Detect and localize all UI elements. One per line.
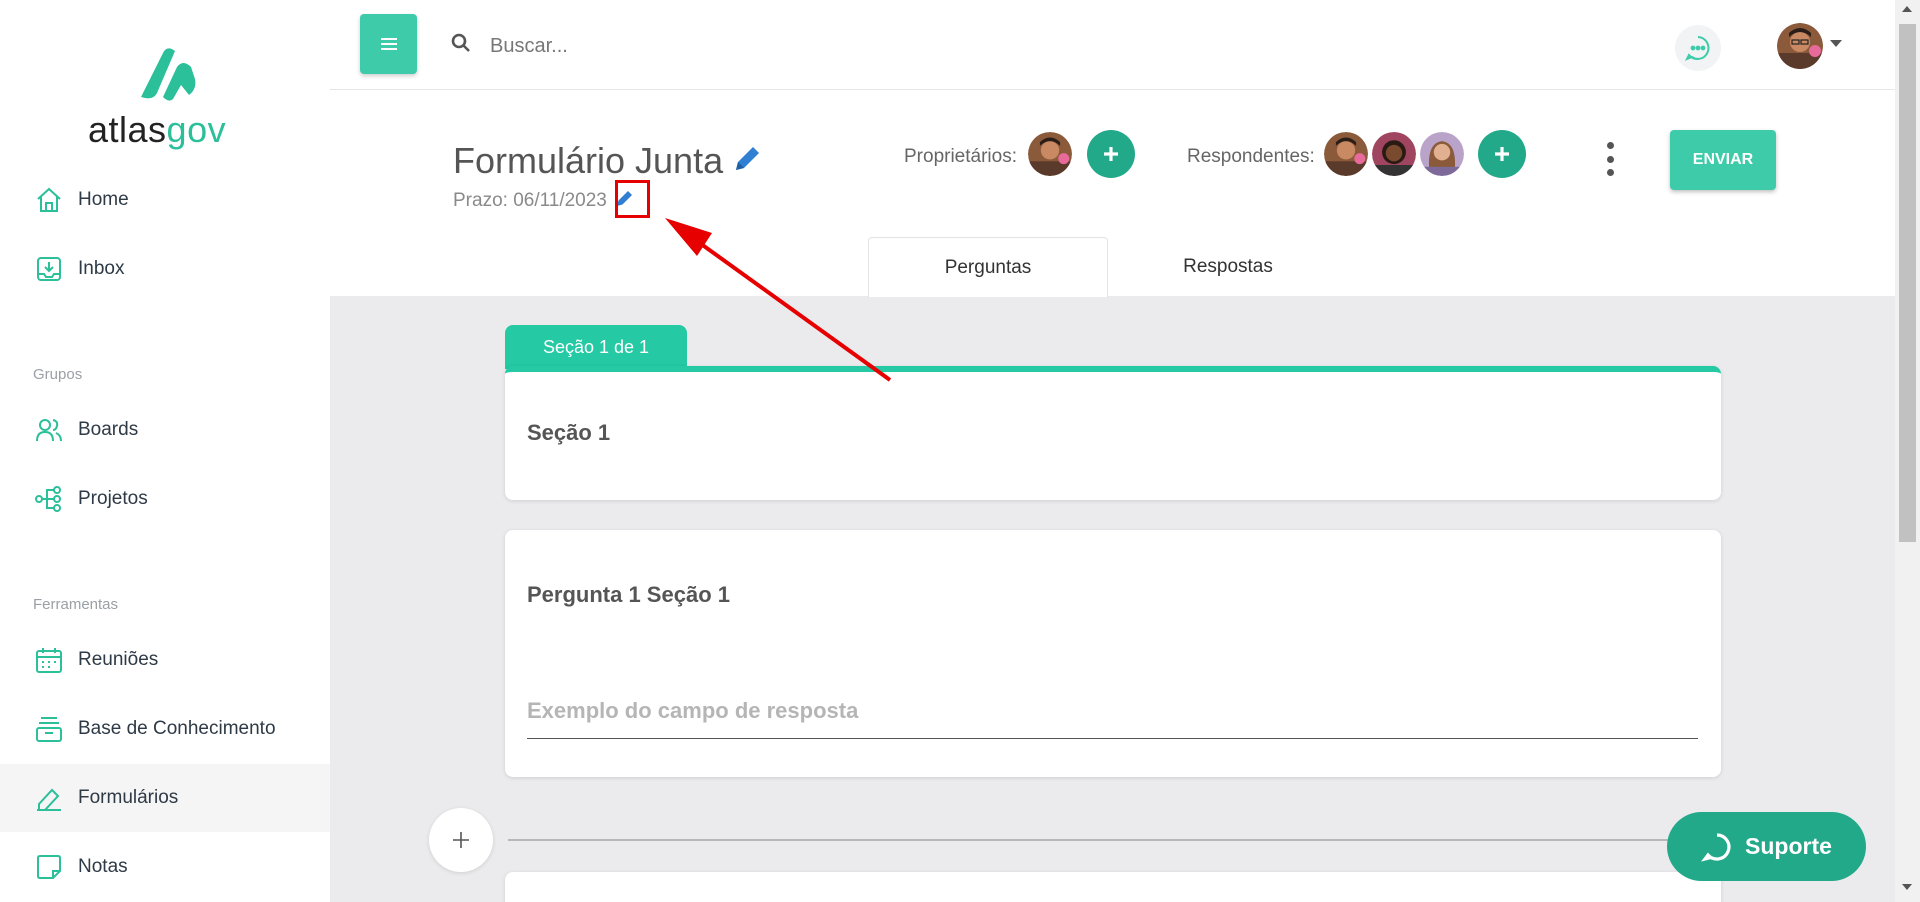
plus-icon <box>1104 147 1118 161</box>
sidebar-item-label: Boards <box>78 419 139 440</box>
chat-button[interactable] <box>1675 25 1721 71</box>
user-avatar[interactable] <box>1777 23 1823 69</box>
topbar <box>330 0 1895 90</box>
atlasgov-logo[interactable]: atlasgov <box>88 45 248 155</box>
respondent-avatar[interactable] <box>1370 130 1418 178</box>
owners-label: Proprietários: <box>904 146 1017 167</box>
answer-underline <box>527 738 1698 739</box>
answer-example-field: Exemplo do campo de resposta <box>527 698 859 723</box>
scroll-thumb[interactable] <box>1899 24 1916 542</box>
add-respondent-button[interactable] <box>1478 130 1526 178</box>
scroll-down-arrow-icon[interactable] <box>1902 884 1912 890</box>
form-pen-icon <box>34 783 64 813</box>
tab-respostas[interactable]: Respostas <box>1108 237 1348 297</box>
sidebar-item-label: Formulários <box>78 787 179 808</box>
sidebar-item-formularios[interactable]: Formulários <box>0 764 330 832</box>
respondents-label: Respondentes: <box>1187 146 1315 167</box>
section-card[interactable]: Seção 1 <box>505 366 1721 500</box>
project-tree-icon <box>34 484 64 514</box>
search-icon <box>451 33 470 52</box>
chat-bubble-icon <box>1701 832 1731 862</box>
sidebar-item-notas[interactable]: Notas <box>0 833 330 901</box>
sidebar-item-base-de-conhecimento[interactable]: Base de Conhecimento <box>0 695 330 763</box>
annotation-highlight-box <box>615 180 650 218</box>
page-scrollbar[interactable] <box>1895 0 1920 902</box>
add-owner-button[interactable] <box>1087 130 1135 178</box>
deadline-text: Prazo: 06/11/2023 <box>453 190 607 211</box>
logo-text: atlasgov <box>88 109 227 150</box>
inbox-icon <box>34 254 64 284</box>
home-icon <box>34 185 64 215</box>
section-divider <box>508 839 1688 841</box>
sidebar-item-reunioes[interactable]: Reuniões <box>0 626 330 694</box>
archive-box-icon <box>34 714 64 744</box>
chat-bubble-icon <box>1684 36 1710 61</box>
sidebar-item-projetos[interactable]: Projetos <box>0 465 330 533</box>
sidebar-item-label: Notas <box>78 856 128 877</box>
sidebar-item-label: Inbox <box>78 258 125 279</box>
sidebar-item-boards[interactable]: Boards <box>0 396 330 464</box>
plus-icon <box>1495 147 1509 161</box>
support-button[interactable]: Suporte <box>1667 812 1866 881</box>
title-edit-pencil-icon[interactable] <box>732 142 764 174</box>
note-icon <box>34 852 64 882</box>
sidebar-item-label: Base de Conhecimento <box>78 718 276 739</box>
add-question-button[interactable] <box>429 808 493 872</box>
form-header: Formulário Junta Prazo: 06/11/2023 Propr… <box>330 90 1895 297</box>
form-title: Formulário Junta <box>453 140 724 181</box>
respondent-avatar[interactable] <box>1322 130 1370 178</box>
section-indicator-tab[interactable]: Seção 1 de 1 <box>505 325 687 369</box>
section-title: Seção 1 <box>527 420 611 445</box>
sidebar-item-label: Home <box>78 189 129 210</box>
users-icon <box>34 415 64 445</box>
sidebar-item-inbox[interactable]: Inbox <box>0 235 330 303</box>
search-input[interactable] <box>490 28 1190 64</box>
atlasgov-logo-mark <box>141 48 196 101</box>
group-label-ferramentas: Ferramentas <box>33 596 119 613</box>
question-card[interactable]: Pergunta 1 Seção 1 Exemplo do campo de r… <box>505 530 1721 777</box>
group-label-grupos: Grupos <box>33 366 83 383</box>
sidebar-item-home[interactable]: Home <box>0 166 330 234</box>
question-title: Pergunta 1 Seção 1 <box>527 582 730 607</box>
sidebar-item-label: Projetos <box>78 488 148 509</box>
support-label: Suporte <box>1745 833 1832 859</box>
respondent-avatar[interactable] <box>1418 130 1466 178</box>
scroll-up-arrow-icon[interactable] <box>1902 6 1912 12</box>
calendar-icon <box>34 645 64 675</box>
more-options-icon[interactable] <box>1600 142 1620 176</box>
plus-icon <box>453 832 469 848</box>
send-button[interactable]: ENVIAR <box>1670 130 1776 190</box>
owner-avatar[interactable] <box>1026 130 1074 178</box>
sidebar-item-label: Reuniões <box>78 649 159 670</box>
user-menu-caret-icon[interactable] <box>1830 40 1842 47</box>
hamburger-icon <box>380 38 397 50</box>
next-card <box>505 872 1721 902</box>
sidebar: atlasgov Home Inbox Grupos Boards Projet… <box>0 0 330 902</box>
menu-toggle-button[interactable] <box>360 14 417 74</box>
tab-perguntas[interactable]: Perguntas <box>868 237 1108 297</box>
